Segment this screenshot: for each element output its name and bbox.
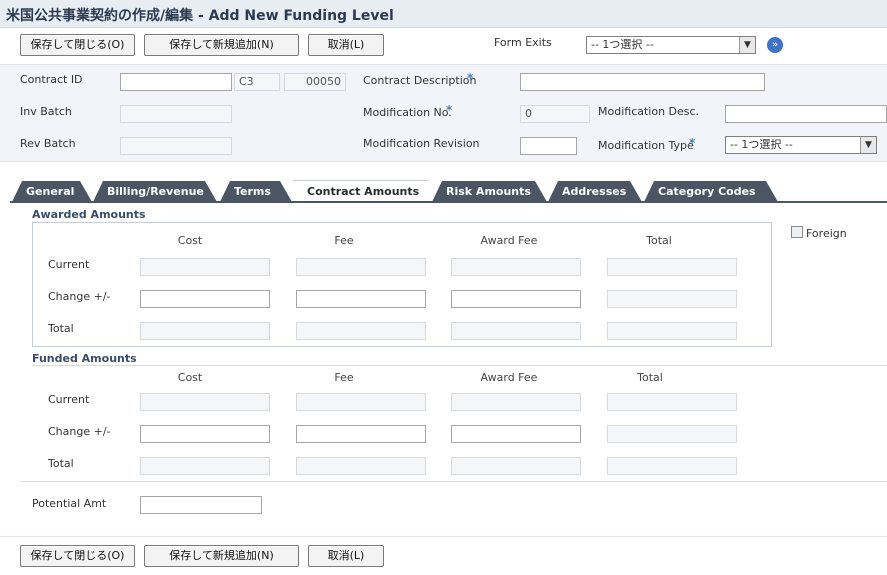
awarded-row-total: Total <box>48 322 74 335</box>
toolbar: 保存して閉じる(O) 保存して新規追加(N) 取消(L) Form Exits … <box>0 28 887 64</box>
funded-row-current: Current <box>48 393 90 406</box>
tab-billing-revenue[interactable]: Billing/Revenue <box>93 181 217 202</box>
required-marker-icon: * <box>467 71 474 85</box>
funded-bottom-divider <box>20 481 887 482</box>
funded-current-award-fee <box>451 393 581 411</box>
funded-col-cost: Cost <box>177 371 203 384</box>
awarded-total-total <box>607 322 737 340</box>
modification-no-label: Modification No. <box>363 106 452 119</box>
save-close-button-bottom[interactable]: 保存して閉じる(O) <box>20 545 135 567</box>
awarded-col-fee: Fee <box>334 234 354 247</box>
funded-change-award-fee-input[interactable] <box>451 425 581 443</box>
funded-col-award-fee: Award Fee <box>480 371 538 384</box>
rev-batch-label: Rev Batch <box>20 137 76 150</box>
tab-risk-amounts[interactable]: Risk Amounts <box>432 181 547 202</box>
potential-amt-input[interactable] <box>140 496 262 514</box>
funded-change-fee-input[interactable] <box>296 425 426 443</box>
awarded-current-fee <box>296 258 426 276</box>
contract-description-label: Contract Description <box>363 74 477 87</box>
funded-current-cost <box>140 393 270 411</box>
funded-total-award-fee <box>451 457 581 475</box>
inv-batch-field <box>120 105 232 123</box>
form-exits-select[interactable]: -- 1つ選択 -- ▼ <box>586 36 756 54</box>
funded-row-total: Total <box>48 457 74 470</box>
funded-col-total: Total <box>637 371 663 384</box>
funded-top-divider <box>32 365 887 366</box>
cancel-button-bottom[interactable]: 取消(L) <box>308 545 384 567</box>
window-title: 米国公共事業契約の作成/編集 - Add New Funding Level <box>6 8 394 24</box>
chevron-down-icon: ▼ <box>739 37 755 53</box>
awarded-change-fee-input[interactable] <box>296 290 426 308</box>
cancel-button[interactable]: 取消(L) <box>308 34 384 56</box>
go-arrow-icon[interactable]: » <box>767 37 783 53</box>
awarded-change-total <box>607 290 737 308</box>
tab-terms[interactable]: Terms <box>220 181 292 202</box>
funded-amounts-title: Funded Amounts <box>32 352 137 365</box>
title-bar: 米国公共事業契約の作成/編集 - Add New Funding Level <box>0 0 887 28</box>
save-new-button-bottom[interactable]: 保存して新規追加(N) <box>144 545 299 567</box>
modification-revision-input[interactable] <box>520 137 577 155</box>
awarded-col-total: Total <box>646 234 672 247</box>
funded-col-fee: Fee <box>334 371 354 384</box>
awarded-change-award-fee-input[interactable] <box>451 290 581 308</box>
modification-no-field: 0 <box>520 105 590 123</box>
bottom-toolbar: 保存して閉じる(O) 保存して新規追加(N) 取消(L) <box>0 536 887 575</box>
modification-desc-input[interactable] <box>725 105 887 123</box>
modification-type-value: -- 1つ選択 -- <box>730 138 793 151</box>
funded-total-total <box>607 457 737 475</box>
save-new-button[interactable]: 保存して新規追加(N) <box>144 34 299 56</box>
funded-row-change: Change +/- <box>48 425 111 438</box>
tab-category-codes[interactable]: Category Codes <box>644 181 778 202</box>
form-exits-value: -- 1つ選択 -- <box>591 38 654 51</box>
contract-type-field: C3 <box>234 73 280 91</box>
form-exits-label: Form Exits <box>494 36 552 49</box>
funded-total-cost <box>140 457 270 475</box>
contract-id-input[interactable] <box>120 73 232 91</box>
awarded-total-cost <box>140 322 270 340</box>
contract-description-input[interactable] <box>520 73 765 91</box>
awarded-total-fee <box>296 322 426 340</box>
required-marker-icon: * <box>689 136 696 150</box>
tab-general[interactable]: General <box>12 181 92 202</box>
awarded-col-award-fee: Award Fee <box>480 234 538 247</box>
funded-change-total <box>607 425 737 443</box>
modification-revision-label: Modification Revision <box>363 137 480 150</box>
rev-batch-field <box>120 137 232 155</box>
contract-id-label: Contract ID <box>20 73 83 86</box>
tab-contract-amounts[interactable]: Contract Amounts <box>293 180 429 203</box>
inv-batch-label: Inv Batch <box>20 105 72 118</box>
required-marker-icon: * <box>446 103 453 117</box>
awarded-current-cost <box>140 258 270 276</box>
potential-amt-label: Potential Amt <box>32 497 107 510</box>
awarded-col-cost: Cost <box>177 234 203 247</box>
save-close-button[interactable]: 保存して閉じる(O) <box>20 34 135 56</box>
tab-addresses[interactable]: Addresses <box>548 181 642 202</box>
awarded-row-change: Change +/- <box>48 290 111 303</box>
funded-current-fee <box>296 393 426 411</box>
funded-current-total <box>607 393 737 411</box>
modification-type-select[interactable]: -- 1つ選択 -- ▼ <box>725 136 877 154</box>
awarded-total-award-fee <box>451 322 581 340</box>
awarded-change-cost-input[interactable] <box>140 290 270 308</box>
header-fields: Contract ID C3 00050 Contract Descriptio… <box>0 64 887 162</box>
awarded-row-current: Current <box>48 258 90 271</box>
modification-type-label: Modification Type <box>598 139 694 152</box>
funded-total-fee <box>296 457 426 475</box>
chevron-down-icon: ▼ <box>860 137 876 153</box>
funded-change-cost-input[interactable] <box>140 425 270 443</box>
foreign-checkbox[interactable] <box>791 226 803 238</box>
modification-desc-label: Modification Desc. <box>598 105 700 118</box>
awarded-current-total <box>607 258 737 276</box>
awarded-current-award-fee <box>451 258 581 276</box>
contract-company-field: 00050 <box>284 73 346 91</box>
awarded-amounts-title: Awarded Amounts <box>32 208 146 221</box>
foreign-label: Foreign <box>806 227 847 240</box>
tab-underline <box>10 201 887 203</box>
